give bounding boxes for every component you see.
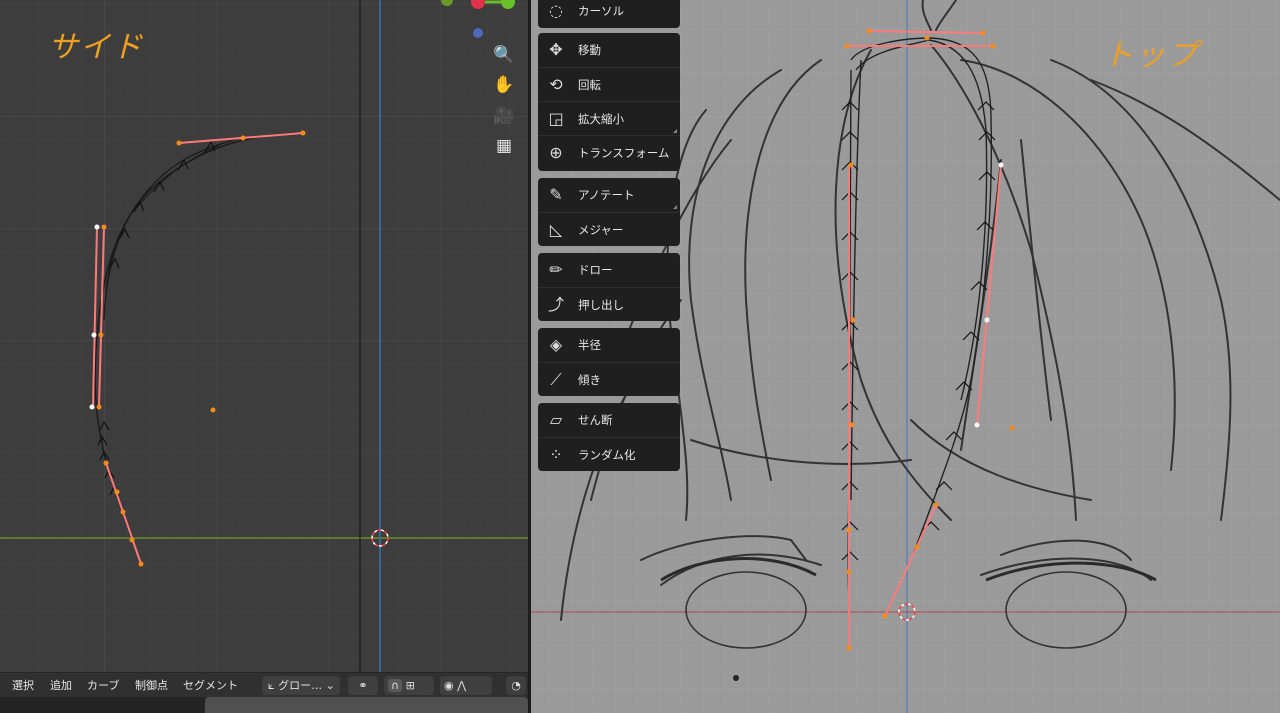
tool-cursor[interactable]: ◌ カーソル [538, 0, 680, 28]
pivot-dropdown[interactable]: ⚭ [348, 676, 378, 695]
left-viewport-side[interactable]: サイド 🔍 ✋ 🎥 ▦ 選択 追加 カーブ 制御点 セグメント ⟀ グロー… ⌄… [0, 0, 528, 713]
tool-randomize[interactable]: ⁘ ランダム化 [538, 437, 680, 472]
tool-move[interactable]: ✥ 移動 [538, 33, 680, 67]
scale-icon: ◲ [548, 109, 564, 128]
tool-tilt[interactable]: ⟋ 傾き [538, 362, 680, 397]
tool-shear[interactable]: ▱ せん断 [538, 403, 680, 437]
rotate-icon: ⟲ [549, 75, 563, 94]
left-viewport-canvas [0, 0, 528, 713]
grid-icon[interactable]: ▦ [491, 133, 517, 159]
cursor-icon: ◌ [549, 1, 563, 20]
tool-group-cursor: ◌ カーソル [538, 0, 680, 28]
menu-segments[interactable]: セグメント [183, 677, 238, 695]
overlay-toggle[interactable]: ◔ [506, 676, 526, 695]
falloff-icon: ⋀ [457, 679, 467, 692]
eye-icon: ◔ [511, 679, 521, 692]
randomize-icon: ⁘ [549, 445, 563, 464]
extrude-icon: ⤴ [547, 295, 564, 314]
zoom-icon[interactable]: 🔍 [491, 42, 517, 68]
tool-annotate[interactable]: ✎ アノテート [538, 178, 680, 212]
tilt-icon: ⟋ [550, 370, 562, 389]
snap-toggle[interactable]: ∩ ⊞ [384, 676, 434, 695]
snap-target-icon: ⊞ [405, 679, 415, 692]
draw-icon: ✏ [549, 260, 563, 279]
transform-icon: ⊕ [549, 143, 563, 162]
annotate-icon: ✎ [549, 185, 563, 204]
tool-scale[interactable]: ◲ 拡大縮小 [538, 101, 680, 136]
tool-group-annotate: ✎ アノテート ◺ メジャー [538, 178, 680, 246]
tool-measure[interactable]: ◺ メジャー [538, 212, 680, 247]
move-icon: ✥ [549, 40, 563, 59]
tool-group-draw: ✏ ドロー ⤴ 押し出し [538, 253, 680, 321]
proportional-edit-toggle[interactable]: ◉ ⋀ [440, 676, 492, 695]
measure-icon: ◺ [549, 220, 563, 239]
menu-select[interactable]: 選択 [12, 677, 34, 695]
tool-group-transform: ✥ 移動 ⟲ 回転 ◲ 拡大縮小 ⊕ トランスフォーム [538, 33, 680, 171]
camera-icon[interactable]: 🎥 [491, 103, 517, 129]
tool-group-radius: ◈ 半径 ⟋ 傾き [538, 328, 680, 396]
header-bar: 選択 追加 カーブ 制御点 セグメント ⟀ グロー… ⌄ ⚭ ∩ ⊞ ◉ ⋀ ◔ [0, 672, 528, 698]
tool-draw[interactable]: ✏ ドロー [538, 253, 680, 287]
tool-radius[interactable]: ◈ 半径 [538, 328, 680, 362]
shear-icon: ▱ [549, 410, 563, 429]
link-icon: ⚭ [358, 679, 368, 692]
proportional-icon: ◉ [444, 679, 454, 692]
orientation-dropdown[interactable]: ⟀ グロー… ⌄ [262, 676, 340, 695]
radius-icon: ◈ [549, 335, 563, 354]
magnet-icon: ∩ [388, 679, 403, 692]
chevron-down-icon: ⌄ [325, 679, 335, 692]
tool-extrude[interactable]: ⤴ 押し出し [538, 287, 680, 322]
top-annotation: トップ [1103, 38, 1199, 73]
panel-tab-strip [205, 697, 528, 713]
transform-orientation-icon: ⟀ [268, 679, 275, 692]
tool-transform[interactable]: ⊕ トランスフォーム [538, 135, 680, 170]
tool-rotate[interactable]: ⟲ 回転 [538, 67, 680, 102]
menu-control-points[interactable]: 制御点 [135, 677, 168, 695]
tool-group-shear: ▱ せん断 ⁘ ランダム化 [538, 403, 680, 471]
menu-curve[interactable]: カーブ [87, 677, 119, 695]
side-annotation: サイド [48, 30, 144, 65]
orientation-label: グロー… [278, 679, 323, 692]
menu-add[interactable]: 追加 [50, 677, 72, 695]
hand-icon[interactable]: ✋ [491, 72, 517, 98]
